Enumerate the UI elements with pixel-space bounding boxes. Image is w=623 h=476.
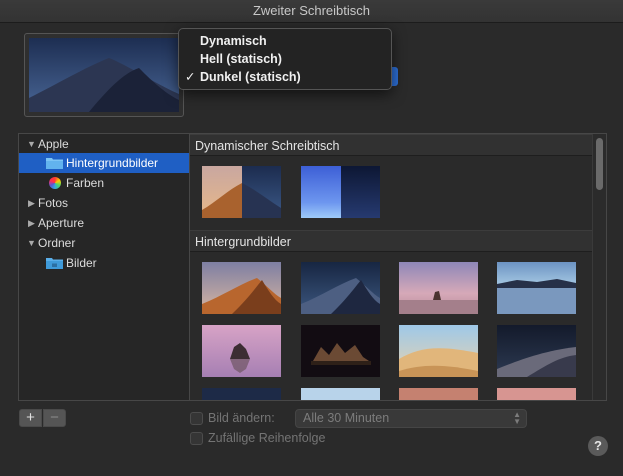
sidebar-item-hintergrundbilder[interactable]: Hintergrundbilder xyxy=(19,153,189,173)
scrollbar-thumb[interactable] xyxy=(596,138,603,190)
wallpaper-thumb-dunes-dark[interactable] xyxy=(497,325,576,377)
wallpaper-thumb-rock-formation[interactable] xyxy=(399,262,478,314)
wallpaper-thumb-partial-4[interactable] xyxy=(497,388,576,400)
wallpaper-thumb-tufa-night[interactable] xyxy=(301,325,380,377)
wallpaper-thumb-dunes-light[interactable] xyxy=(399,325,478,377)
wallpaper-thumb-salt-flat[interactable] xyxy=(497,262,576,314)
wallpaper-thumb-desert-night[interactable] xyxy=(301,262,380,314)
wallpaper-thumb-mojave-dynamic[interactable] xyxy=(202,166,281,218)
disclosure-open-icon[interactable]: ▼ xyxy=(27,134,36,154)
window-title: Zweiter Schreibtisch xyxy=(0,0,623,23)
change-picture-checkbox[interactable] xyxy=(190,412,203,425)
sidebar-item-apple[interactable]: ▼ Apple xyxy=(19,134,189,154)
menu-item-dark-static[interactable]: ✓ Dunkel (statisch) xyxy=(179,68,391,86)
disclosure-closed-icon[interactable]: ▶ xyxy=(28,213,35,233)
sidebar-item-ordner[interactable]: ▼ Ordner xyxy=(19,233,189,253)
sidebar-item-farben[interactable]: Farben xyxy=(19,173,189,193)
wallpaper-thumb-partial-2[interactable] xyxy=(301,388,380,400)
color-wheel-icon xyxy=(49,177,61,189)
vertical-scrollbar[interactable] xyxy=(592,134,606,400)
wallpaper-thumb-partial-3[interactable] xyxy=(399,388,478,400)
sidebar-item-bilder[interactable]: Bilder xyxy=(19,253,189,273)
source-list: ▼ Apple Hintergrundbilder Farben ▶ Fotos… xyxy=(18,133,190,401)
desktop-preview xyxy=(24,33,184,117)
preview-wallpaper-image xyxy=(29,38,179,112)
sidebar-item-fotos[interactable]: ▶ Fotos xyxy=(19,193,189,213)
change-picture-label: Bild ändern: xyxy=(208,411,275,425)
appearance-popup-menu: Dynamisch Hell (statisch) ✓ Dunkel (stati… xyxy=(178,28,392,90)
disclosure-closed-icon[interactable]: ▶ xyxy=(28,193,35,213)
sidebar-item-aperture[interactable]: ▶ Aperture xyxy=(19,213,189,233)
menu-item-light-static[interactable]: Hell (statisch) xyxy=(179,50,391,68)
random-order-label: Zufällige Reihenfolge xyxy=(208,431,326,445)
select-arrows-icon: ▲ ▼ xyxy=(513,410,521,426)
wallpaper-browser: Dynamischer Schreibtisch Hintergrundbild… xyxy=(190,133,607,401)
help-button[interactable]: ? xyxy=(588,436,608,456)
random-order-checkbox[interactable] xyxy=(190,432,203,445)
remove-folder-button[interactable]: − xyxy=(43,409,66,427)
folder-icon xyxy=(46,158,63,169)
add-folder-button[interactable]: + xyxy=(19,409,42,427)
wallpaper-thumb-desert-day[interactable] xyxy=(202,262,281,314)
folder-icon xyxy=(46,258,63,269)
disclosure-open-icon[interactable]: ▼ xyxy=(27,233,36,253)
section-header-dynamic: Dynamischer Schreibtisch xyxy=(190,134,592,156)
menu-item-dynamic[interactable]: Dynamisch xyxy=(179,32,391,50)
section-header-wallpapers: Hintergrundbilder xyxy=(190,230,592,252)
checkmark-icon: ✓ xyxy=(185,70,196,84)
wallpaper-thumb-tufa-pink[interactable] xyxy=(202,325,281,377)
wallpaper-thumb-partial-1[interactable] xyxy=(202,388,281,400)
wallpaper-thumb-solar-gradients[interactable] xyxy=(301,166,380,218)
interval-select[interactable]: Alle 30 Minuten ▲ ▼ xyxy=(295,409,527,428)
